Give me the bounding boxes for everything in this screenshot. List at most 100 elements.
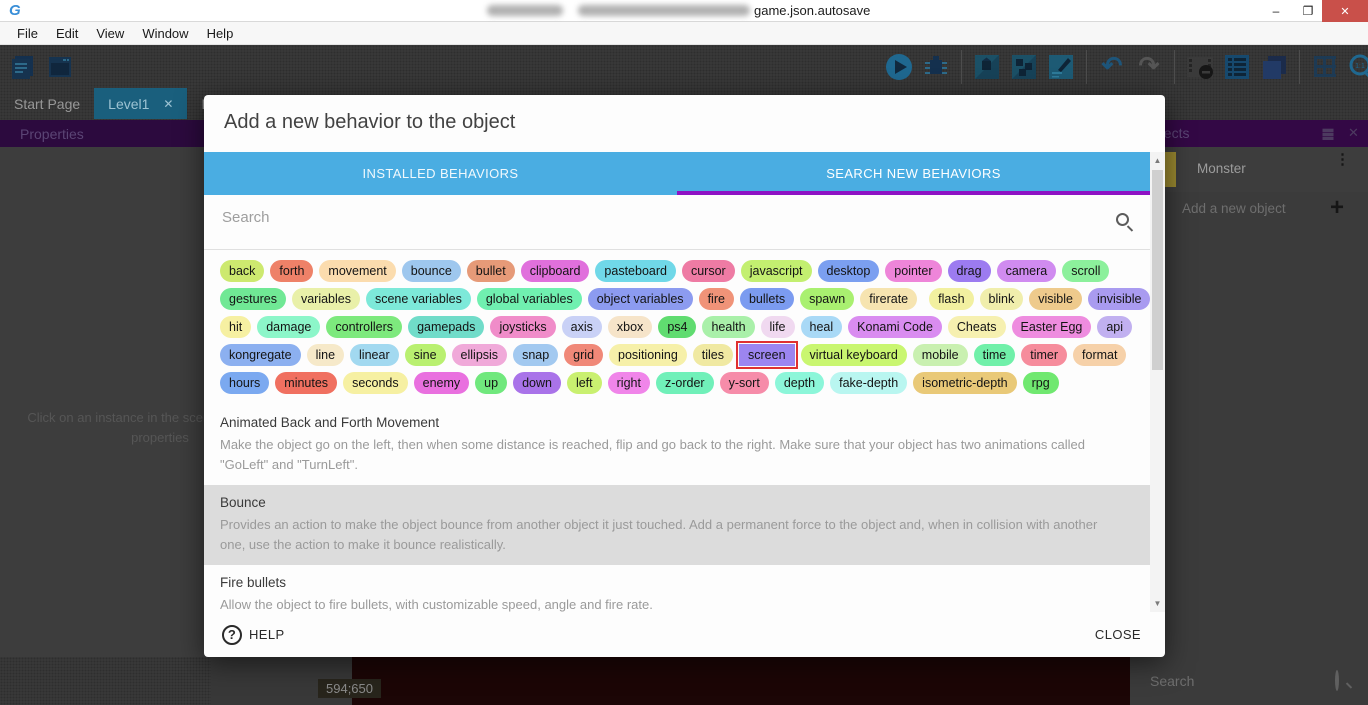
tag-chip-heal[interactable]: heal — [801, 316, 843, 338]
behavior-item[interactable]: BounceProvides an action to make the obj… — [204, 485, 1150, 565]
scroll-up-icon[interactable]: ▲ — [1150, 156, 1165, 165]
film-remove-icon[interactable] — [1185, 52, 1215, 82]
object-menu-icon[interactable]: ⋮ — [1335, 155, 1347, 164]
menu-item-view[interactable]: View — [87, 26, 133, 41]
tag-chip-clipboard[interactable]: clipboard — [521, 260, 590, 282]
close-window-button[interactable]: ✕ — [1322, 0, 1368, 22]
tag-chip-cursor[interactable]: cursor — [682, 260, 735, 282]
tag-chip-y-sort[interactable]: y-sort — [720, 372, 769, 394]
tab-level1[interactable]: Level1 ✕ — [94, 88, 187, 119]
tag-chip-z-order[interactable]: z-order — [656, 372, 714, 394]
tag-chip-time[interactable]: time — [974, 344, 1016, 366]
tag-chip-bounce[interactable]: bounce — [402, 260, 461, 282]
tag-chip-seconds[interactable]: seconds — [343, 372, 408, 394]
tag-chip-movement[interactable]: movement — [319, 260, 395, 282]
behavior-item[interactable]: Animated Back and Forth MovementMake the… — [204, 405, 1150, 485]
tag-chip-screen[interactable]: screen — [739, 344, 795, 366]
panel-close-icon[interactable]: ✕ — [1348, 125, 1359, 141]
tag-chip-damage[interactable]: damage — [257, 316, 320, 338]
tag-chip-camera[interactable]: camera — [997, 260, 1057, 282]
tag-chip-variables[interactable]: variables — [292, 288, 360, 310]
tag-chip-scroll[interactable]: scroll — [1062, 260, 1109, 282]
scene-canvas[interactable] — [352, 657, 1130, 705]
menu-item-help[interactable]: Help — [198, 26, 243, 41]
menu-item-edit[interactable]: Edit — [47, 26, 87, 41]
menu-item-file[interactable]: File — [8, 26, 47, 41]
tag-chip-virtual-keyboard[interactable]: virtual keyboard — [801, 344, 907, 366]
filter-icon[interactable]: ▬▬▬ — [1320, 127, 1336, 139]
objects-search[interactable]: Search — [1130, 657, 1368, 705]
scrollbar-thumb[interactable] — [1152, 170, 1163, 370]
restore-button[interactable]: ❐ — [1294, 0, 1322, 22]
tag-chip-gestures[interactable]: gestures — [220, 288, 286, 310]
tag-chip-xbox[interactable]: xbox — [608, 316, 652, 338]
tag-chip-drag[interactable]: drag — [948, 260, 991, 282]
tag-chip-object-variables[interactable]: object variables — [588, 288, 693, 310]
behavior-item[interactable]: Fire bulletsAllow the object to fire bul… — [204, 565, 1150, 612]
tag-chip-firerate[interactable]: firerate — [860, 288, 917, 310]
tag-chip-isometric-depth[interactable]: isometric-depth — [913, 372, 1016, 394]
undo-icon[interactable]: ↶ — [1097, 52, 1127, 82]
new-object-cube-icon[interactable] — [972, 52, 1002, 82]
tag-chip-hit[interactable]: hit — [220, 316, 251, 338]
tag-chip-fake-depth[interactable]: fake-depth — [830, 372, 907, 394]
play-preview-icon[interactable] — [884, 52, 914, 82]
tag-chip-life[interactable]: life — [761, 316, 795, 338]
scroll-down-icon[interactable]: ▼ — [1150, 599, 1165, 608]
tag-chip-blink[interactable]: blink — [980, 288, 1024, 310]
tag-chip-back[interactable]: back — [220, 260, 264, 282]
tag-chip-kongregate[interactable]: kongregate — [220, 344, 301, 366]
menu-item-window[interactable]: Window — [133, 26, 197, 41]
tag-chip-right[interactable]: right — [608, 372, 650, 394]
tag-chip-axis[interactable]: axis — [562, 316, 602, 338]
debug-bug-icon[interactable] — [921, 52, 951, 82]
tag-chip-format[interactable]: format — [1073, 344, 1126, 366]
instances-list-icon[interactable] — [1222, 52, 1252, 82]
tag-chip-invisible[interactable]: invisible — [1088, 288, 1150, 310]
add-new-object-row[interactable]: Add a new object + — [1130, 192, 1368, 227]
tag-chip-ellipsis[interactable]: ellipsis — [452, 344, 508, 366]
tag-chip-health[interactable]: health — [702, 316, 754, 338]
tab-installed-behaviors[interactable]: INSTALLED BEHAVIORS — [204, 152, 677, 195]
tag-chip-visible[interactable]: visible — [1029, 288, 1082, 310]
zoom-1to1-icon[interactable]: 1:1 — [1347, 52, 1368, 82]
tag-chip-javascript[interactable]: javascript — [741, 260, 812, 282]
tab-close-icon[interactable]: ✕ — [163, 97, 173, 111]
tag-chip-minutes[interactable]: minutes — [275, 372, 337, 394]
tag-chip-sine[interactable]: sine — [405, 344, 446, 366]
tag-chip-timer[interactable]: timer — [1021, 344, 1067, 366]
tag-chip-down[interactable]: down — [513, 372, 561, 394]
tag-chip-controllers[interactable]: controllers — [326, 316, 402, 338]
tag-chip-pointer[interactable]: pointer — [885, 260, 941, 282]
tag-chip-line[interactable]: line — [307, 344, 344, 366]
tag-chip-fire[interactable]: fire — [699, 288, 734, 310]
tab-search-new-behaviors[interactable]: SEARCH NEW BEHAVIORS — [677, 152, 1150, 195]
tag-chip-bullet[interactable]: bullet — [467, 260, 515, 282]
tag-chip-enemy[interactable]: enemy — [414, 372, 470, 394]
tag-chip-bullets[interactable]: bullets — [740, 288, 794, 310]
tag-chip-hours[interactable]: hours — [220, 372, 269, 394]
project-pages-icon[interactable] — [8, 52, 38, 82]
minimize-button[interactable]: – — [1262, 0, 1290, 22]
tag-chip-up[interactable]: up — [475, 372, 507, 394]
tag-chip-rpg[interactable]: rpg — [1023, 372, 1059, 394]
tag-chip-desktop[interactable]: desktop — [818, 260, 880, 282]
tag-chip-api[interactable]: api — [1097, 316, 1132, 338]
grid-icon[interactable] — [1310, 52, 1340, 82]
tag-chip-easter-egg[interactable]: Easter Egg — [1012, 316, 1092, 338]
tag-chip-spawn[interactable]: spawn — [800, 288, 854, 310]
tag-chip-positioning[interactable]: positioning — [609, 344, 687, 366]
help-button[interactable]: ? HELP — [222, 625, 285, 645]
tag-chip-linear[interactable]: linear — [350, 344, 399, 366]
tag-chip-grid[interactable]: grid — [564, 344, 603, 366]
tag-chip-global-variables[interactable]: global variables — [477, 288, 582, 310]
tag-chip-mobile[interactable]: mobile — [913, 344, 968, 366]
dialog-scrollbar[interactable]: ▲ ▼ — [1150, 152, 1165, 612]
behavior-search-input[interactable] — [222, 209, 1082, 226]
tag-chip-depth[interactable]: depth — [775, 372, 824, 394]
tag-chip-gamepads[interactable]: gamepads — [408, 316, 484, 338]
tag-chip-flash[interactable]: flash — [929, 288, 973, 310]
tag-chip-ps4[interactable]: ps4 — [658, 316, 696, 338]
tag-chip-left[interactable]: left — [567, 372, 602, 394]
start-window-icon[interactable] — [45, 52, 75, 82]
